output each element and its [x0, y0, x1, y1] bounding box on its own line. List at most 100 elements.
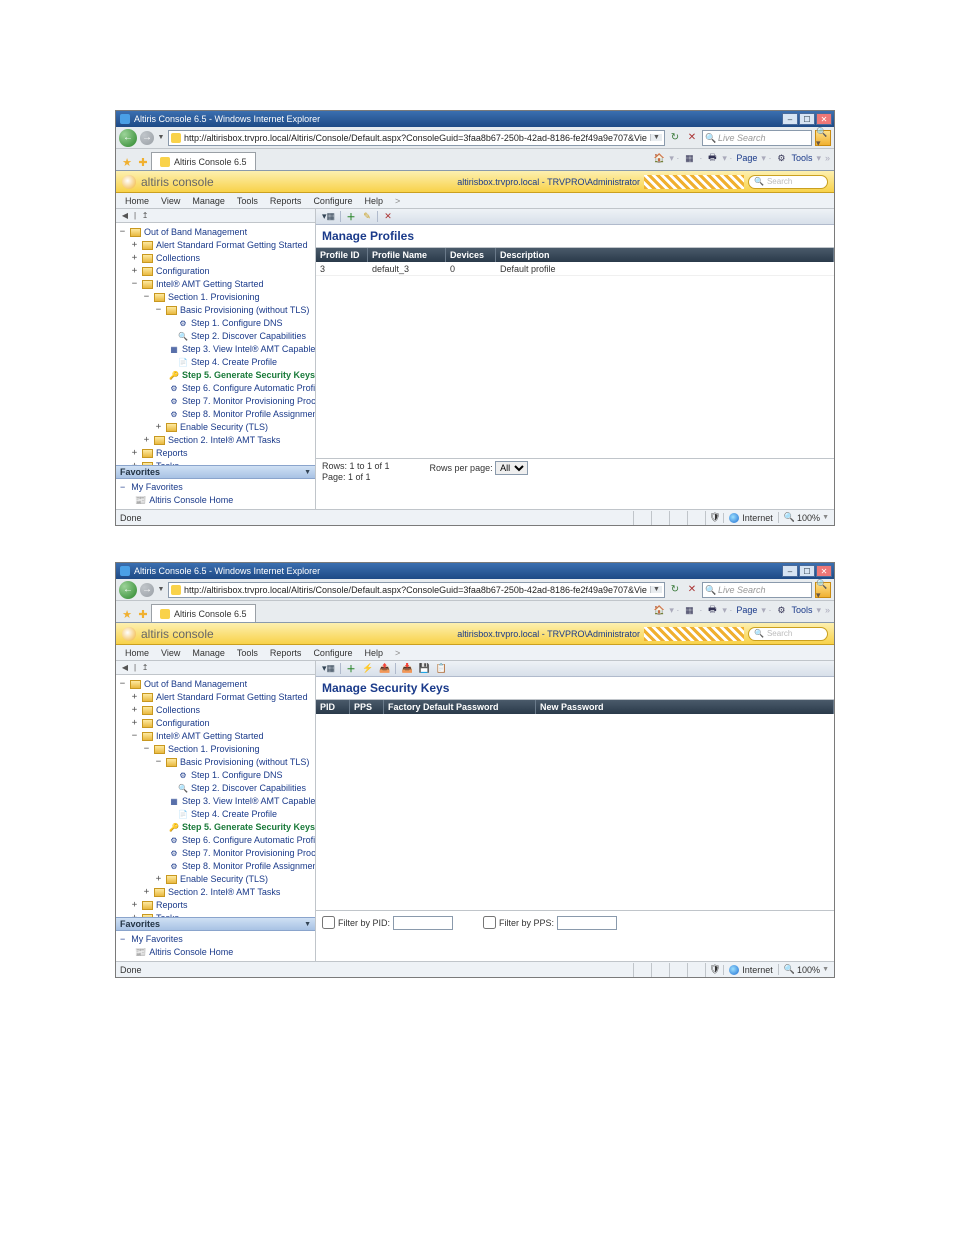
close-button[interactable]: ✕ — [816, 113, 832, 125]
tree-node-step6[interactable]: ⚙Step 6. Configure Automatic Profile Ass… — [118, 382, 313, 395]
menu-home[interactable]: Home — [120, 648, 154, 658]
toolbar-dropdown[interactable]: ▾▦ — [320, 211, 337, 223]
security-zone[interactable]: Internet — [723, 965, 778, 975]
rpp-select[interactable]: All — [495, 461, 528, 475]
add-favorite-icon[interactable]: ✚ — [135, 154, 151, 170]
tree-node-step2[interactable]: 🔍Step 2. Discover Capabilities — [118, 330, 313, 343]
filter-pid-input[interactable] — [393, 916, 453, 930]
tree-node-amt[interactable]: −Intel® AMT Getting Started — [118, 278, 313, 291]
menu-help[interactable]: Help — [359, 196, 388, 206]
forward-button[interactable]: → — [140, 131, 154, 145]
tree-node-step5[interactable]: 🔑Step 5. Generate Security Keys — [118, 369, 313, 382]
close-button[interactable]: ✕ — [816, 565, 832, 577]
col-devices[interactable]: Devices — [446, 248, 496, 262]
edit-button[interactable]: ✎ — [360, 211, 374, 223]
refresh-button[interactable]: ↻ — [668, 583, 682, 597]
search-go-button[interactable]: 🔍▾ — [815, 130, 831, 146]
zoom-control[interactable]: 🔍 100% ▼ — [778, 512, 834, 523]
add-favorite-icon[interactable]: ✚ — [135, 606, 151, 622]
col-pid[interactable]: PID — [316, 700, 350, 714]
copy-button[interactable]: 📋 — [434, 663, 449, 675]
altiris-search-field[interactable]: 🔍 Search — [748, 627, 828, 641]
menu-reports[interactable]: Reports — [265, 196, 307, 206]
col-description[interactable]: Description — [496, 248, 834, 262]
tree-node-step1[interactable]: ⚙Step 1. Configure DNS — [118, 769, 313, 782]
menu-help-arrow-icon[interactable]: > — [390, 648, 405, 658]
import-button[interactable]: 📥 — [399, 663, 414, 675]
delete-button[interactable]: ✕ — [381, 211, 395, 223]
home-icon[interactable]: 🏠 — [653, 152, 665, 164]
tree-node-asf[interactable]: +Alert Standard Format Getting Started — [118, 691, 313, 704]
tree-node-section2[interactable]: +Section 2. Intel® AMT Tasks — [118, 886, 313, 899]
tools-menu[interactable]: Tools — [791, 605, 812, 615]
tree-node-reports[interactable]: +Reports — [118, 447, 313, 460]
add-button[interactable]: ＋ — [344, 663, 358, 675]
favorites-my[interactable]: −My Favorites — [120, 481, 311, 494]
menu-manage[interactable]: Manage — [187, 648, 230, 658]
tree-back-button[interactable]: ◀ — [119, 663, 131, 673]
tree-up-button[interactable]: ↥ — [139, 663, 151, 673]
favorites-star-icon[interactable]: ★ — [119, 154, 135, 170]
save-button[interactable]: 💾 — [417, 663, 432, 675]
filter-pid-checkbox[interactable] — [322, 916, 335, 929]
tree-node-step3[interactable]: ▦Step 3. View Intel® AMT Capable Compute… — [118, 795, 313, 808]
tree-node-step8[interactable]: ⚙Step 8. Monitor Profile Assignments — [118, 408, 313, 421]
tree-up-button[interactable]: ↥ — [139, 211, 151, 221]
favorites-console-home[interactable]: 📰Altiris Console Home — [120, 946, 311, 959]
tree-node-section1[interactable]: −Section 1. Provisioning — [118, 743, 313, 756]
menu-tools[interactable]: Tools — [232, 648, 263, 658]
tree-node-basic-prov[interactable]: −Basic Provisioning (without TLS) — [118, 304, 313, 317]
tools-menu[interactable]: Tools — [791, 153, 812, 163]
favorites-header[interactable]: Favorites ▼ — [116, 465, 315, 479]
nav-history-dropdown[interactable]: ▼ — [157, 581, 165, 599]
tree-node-configuration[interactable]: +Configuration — [118, 265, 313, 278]
browser-search-field[interactable]: 🔍 Live Search — [702, 130, 812, 146]
col-factory-default-password[interactable]: Factory Default Password — [384, 700, 536, 714]
browser-search-field[interactable]: 🔍 Live Search — [702, 582, 812, 598]
tree-node-step7[interactable]: ⚙Step 7. Monitor Provisioning Process — [118, 395, 313, 408]
altiris-search-field[interactable]: 🔍 Search — [748, 175, 828, 189]
tree-node-configuration[interactable]: +Configuration — [118, 717, 313, 730]
menu-configure[interactable]: Configure — [308, 196, 357, 206]
export-button[interactable]: 📤 — [377, 663, 392, 675]
refresh-button[interactable]: ↻ — [668, 131, 682, 145]
menu-help-arrow-icon[interactable]: > — [390, 196, 405, 206]
menu-help[interactable]: Help — [359, 648, 388, 658]
tree-node-oob[interactable]: −Out of Band Management — [118, 226, 313, 239]
tree-node-oob[interactable]: −Out of Band Management — [118, 678, 313, 691]
tree-node-tls[interactable]: +Enable Security (TLS) — [118, 873, 313, 886]
tree-node-step5[interactable]: 🔑Step 5. Generate Security Keys — [118, 821, 313, 834]
tree-node-step3[interactable]: ▦Step 3. View Intel® AMT Capable Compute… — [118, 343, 313, 356]
favorites-header[interactable]: Favorites ▼ — [116, 917, 315, 931]
tree-back-button[interactable]: ◀ — [119, 211, 131, 221]
tree-node-step8[interactable]: ⚙Step 8. Monitor Profile Assignments — [118, 860, 313, 873]
col-pps[interactable]: PPS — [350, 700, 384, 714]
zoom-control[interactable]: 🔍 100% ▼ — [778, 964, 834, 975]
filter-pps-checkbox[interactable] — [483, 916, 496, 929]
security-zone[interactable]: Internet — [723, 513, 778, 523]
col-profile-id[interactable]: Profile ID — [316, 248, 368, 262]
favorites-console-home[interactable]: 📰Altiris Console Home — [120, 494, 311, 507]
filter-pps-input[interactable] — [557, 916, 617, 930]
menu-configure[interactable]: Configure — [308, 648, 357, 658]
home-icon[interactable]: 🏠 — [653, 604, 665, 616]
tree-node-amt[interactable]: −Intel® AMT Getting Started — [118, 730, 313, 743]
menu-home[interactable]: Home — [120, 196, 154, 206]
address-field[interactable]: http://altirisbox.trvpro.local/Altiris/C… — [168, 130, 665, 146]
menu-view[interactable]: View — [156, 196, 185, 206]
tree-node-collections[interactable]: +Collections — [118, 704, 313, 717]
browser-tab[interactable]: Altiris Console 6.5 — [151, 152, 256, 170]
forward-button[interactable]: → — [140, 583, 154, 597]
stop-button[interactable]: ✕ — [685, 131, 699, 145]
tree-node-reports[interactable]: +Reports — [118, 899, 313, 912]
favorites-star-icon[interactable]: ★ — [119, 606, 135, 622]
address-dropdown[interactable]: ▼ — [650, 134, 662, 141]
tree-node-asf[interactable]: +Alert Standard Format Getting Started — [118, 239, 313, 252]
feeds-icon[interactable]: ▦ — [683, 604, 695, 616]
maximize-button[interactable]: ☐ — [799, 113, 815, 125]
tree-node-collections[interactable]: +Collections — [118, 252, 313, 265]
tree-node-step4[interactable]: 📄Step 4. Create Profile — [118, 356, 313, 369]
menu-tools[interactable]: Tools — [232, 196, 263, 206]
back-button[interactable]: ← — [119, 581, 137, 599]
address-field[interactable]: http://altirisbox.trvpro.local/Altiris/C… — [168, 582, 665, 598]
